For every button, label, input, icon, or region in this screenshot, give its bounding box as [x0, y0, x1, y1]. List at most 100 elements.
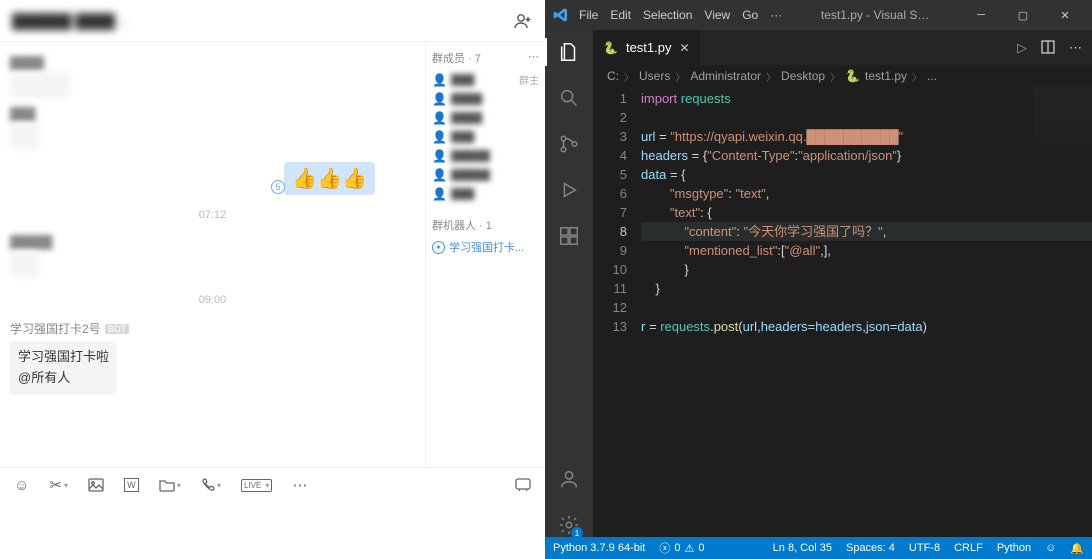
accounts-icon[interactable] — [557, 467, 581, 491]
extensions-icon[interactable] — [557, 224, 581, 248]
code-editor[interactable]: 12345678910111213 import requests url = "… — [593, 87, 1092, 537]
thumbs-bubble: 👍👍👍 — [284, 162, 375, 195]
activity-bar: 1 — [545, 30, 593, 537]
breadcrumb-sep: 〉 — [830, 69, 840, 84]
code-line[interactable] — [641, 108, 1092, 127]
status-problems[interactable]: ⓧ 0 ⚠ 0 — [659, 540, 704, 556]
minimize-button[interactable]: ─ — [962, 9, 1000, 21]
message-area[interactable]: ████ ███ 5 👍👍👍 07:12 █████ 09:00 学习强国打卡2… — [0, 42, 425, 467]
vscode-window: FileEditSelectionViewGo··· test1.py - Vi… — [545, 0, 1092, 559]
robot-icon: ✦ — [432, 241, 445, 254]
menu-file[interactable]: File — [579, 8, 598, 22]
run-icon[interactable]: ▷ — [1017, 40, 1027, 56]
code-line[interactable]: "mentioned_list":["@all",], — [641, 241, 1092, 260]
folder-icon[interactable]: ▾ — [159, 478, 181, 492]
maximize-button[interactable]: ▢ — [1004, 9, 1042, 22]
image-icon[interactable] — [88, 478, 104, 492]
menu-···[interactable]: ··· — [770, 8, 782, 22]
read-count-badge[interactable]: 5 — [271, 180, 285, 194]
wechat-panel: ██████ ████ ·· ████ ███ 5 👍👍👍 07:12 ████… — [0, 0, 545, 559]
member-item[interactable]: 👤█████ — [432, 149, 539, 163]
code-line[interactable] — [641, 298, 1092, 317]
chat-header: ██████ ████ ·· — [0, 0, 545, 42]
breadcrumb-item[interactable]: Desktop — [781, 69, 825, 83]
settings-icon[interactable]: 1 — [557, 513, 581, 537]
menu-view[interactable]: View — [704, 8, 730, 22]
menu-selection[interactable]: Selection — [643, 8, 692, 22]
breadcrumb-item[interactable]: C: — [607, 69, 619, 83]
member-sidebar: 群成员 · 7 ⋯ 👤███群主👤████👤████👤███👤█████👤███… — [425, 42, 545, 467]
member-name: █████ — [451, 169, 539, 181]
close-tab-icon[interactable]: ✕ — [679, 41, 689, 55]
search-icon[interactable] — [557, 86, 581, 110]
code-content[interactable]: import requests url = "https://qyapi.weix… — [641, 87, 1092, 537]
line-gutter: 12345678910111213 — [593, 87, 641, 537]
source-control-icon[interactable] — [557, 132, 581, 156]
member-icon: 👤 — [432, 130, 447, 144]
msg-sender: ███ — [10, 107, 415, 121]
phone-icon[interactable]: ▾ — [201, 478, 221, 492]
status-feedback-icon[interactable]: ☺ — [1045, 542, 1056, 554]
member-item[interactable]: 👤 ███ — [432, 187, 539, 201]
live-icon[interactable]: LIVE▾ — [241, 479, 272, 492]
code-line[interactable]: "msgtype": "text", — [641, 184, 1092, 203]
status-eol[interactable]: CRLF — [954, 542, 983, 554]
member-icon: 👤 — [432, 168, 447, 182]
breadcrumb-sep: 〉 — [912, 69, 922, 84]
explorer-icon[interactable] — [557, 40, 581, 64]
more-tools-icon[interactable]: ⋯ — [292, 476, 307, 494]
code-line[interactable]: data = { — [641, 165, 1092, 184]
member-item[interactable]: 👤 █████ — [432, 168, 539, 182]
time-divider: 09:00 — [10, 294, 415, 306]
code-line[interactable]: } — [641, 279, 1092, 298]
members-label: 群成员 — [432, 53, 465, 65]
status-spaces[interactable]: Spaces: 4 — [846, 542, 895, 554]
code-line[interactable]: import requests — [641, 89, 1092, 108]
code-line[interactable]: headers = {"Content-Type":"application/j… — [641, 146, 1092, 165]
code-line[interactable]: "text": { — [641, 203, 1092, 222]
minimap[interactable] — [1034, 87, 1092, 167]
member-role: 群主 — [519, 72, 539, 87]
member-item[interactable]: 👤████ — [432, 111, 539, 125]
member-item[interactable]: 👤███群主 — [432, 72, 539, 87]
code-line[interactable]: "content": "今天你学习强国了吗？", — [641, 222, 1092, 241]
more-actions-icon[interactable]: ⋯ — [1069, 40, 1082, 56]
code-line[interactable]: r = requests.post(url,headers=headers,js… — [641, 317, 1092, 336]
bot-msg-line2: @所有人 — [18, 368, 109, 389]
breadcrumb-item[interactable]: Administrator — [690, 69, 761, 83]
menu-go[interactable]: Go — [742, 8, 758, 22]
status-language[interactable]: Python — [997, 542, 1031, 554]
status-encoding[interactable]: UTF-8 — [909, 542, 940, 554]
robot-name: 学习强国打卡... — [449, 239, 524, 255]
member-item[interactable]: 👤████ — [432, 92, 539, 106]
doc-icon[interactable]: W — [124, 478, 139, 492]
member-item[interactable]: 👤███ — [432, 130, 539, 144]
robot-item[interactable]: ✦ 学习强国打卡... — [432, 239, 539, 255]
status-position[interactable]: Ln 8, Col 35 — [773, 542, 832, 554]
code-line[interactable]: } — [641, 260, 1092, 279]
breadcrumb-sep: 〉 — [766, 69, 776, 84]
breadcrumb[interactable]: C:〉Users〉Administrator〉Desktop〉🐍 test1.p… — [593, 65, 1092, 87]
member-name: ███ — [451, 188, 539, 200]
close-button[interactable]: ✕ — [1046, 9, 1084, 22]
menu-edit[interactable]: Edit — [610, 8, 631, 22]
breadcrumb-item[interactable]: test1.py — [865, 69, 907, 83]
member-name: ████ — [451, 112, 539, 124]
code-line[interactable]: url = "https://qyapi.weixin.qq.█████████… — [641, 127, 1092, 146]
member-icon: 👤 — [432, 187, 447, 201]
tab-test1-py[interactable]: 🐍 test1.py ✕ — [593, 30, 701, 65]
vscode-titlebar[interactable]: FileEditSelectionViewGo··· test1.py - Vi… — [545, 0, 1092, 30]
add-member-icon[interactable] — [513, 11, 533, 31]
status-python[interactable]: Python 3.7.9 64-bit — [553, 542, 645, 554]
emoji-icon[interactable]: ☺ — [14, 477, 29, 494]
split-editor-icon[interactable] — [1041, 40, 1055, 56]
breadcrumb-item[interactable]: Users — [639, 69, 670, 83]
debug-icon[interactable] — [557, 178, 581, 202]
status-notifications-icon[interactable]: 🔔 — [1070, 542, 1084, 555]
breadcrumb-item[interactable]: ... — [927, 69, 937, 83]
msg-sender-bot: 学习强国打卡2号BOT — [10, 320, 415, 337]
members-menu-icon[interactable]: ⋯ — [528, 50, 539, 66]
scissors-icon[interactable]: ✂▾ — [49, 476, 68, 494]
chat-apps-icon[interactable] — [515, 478, 531, 492]
status-bar: Python 3.7.9 64-bit ⓧ 0 ⚠ 0 Ln 8, Col 35… — [545, 537, 1092, 559]
